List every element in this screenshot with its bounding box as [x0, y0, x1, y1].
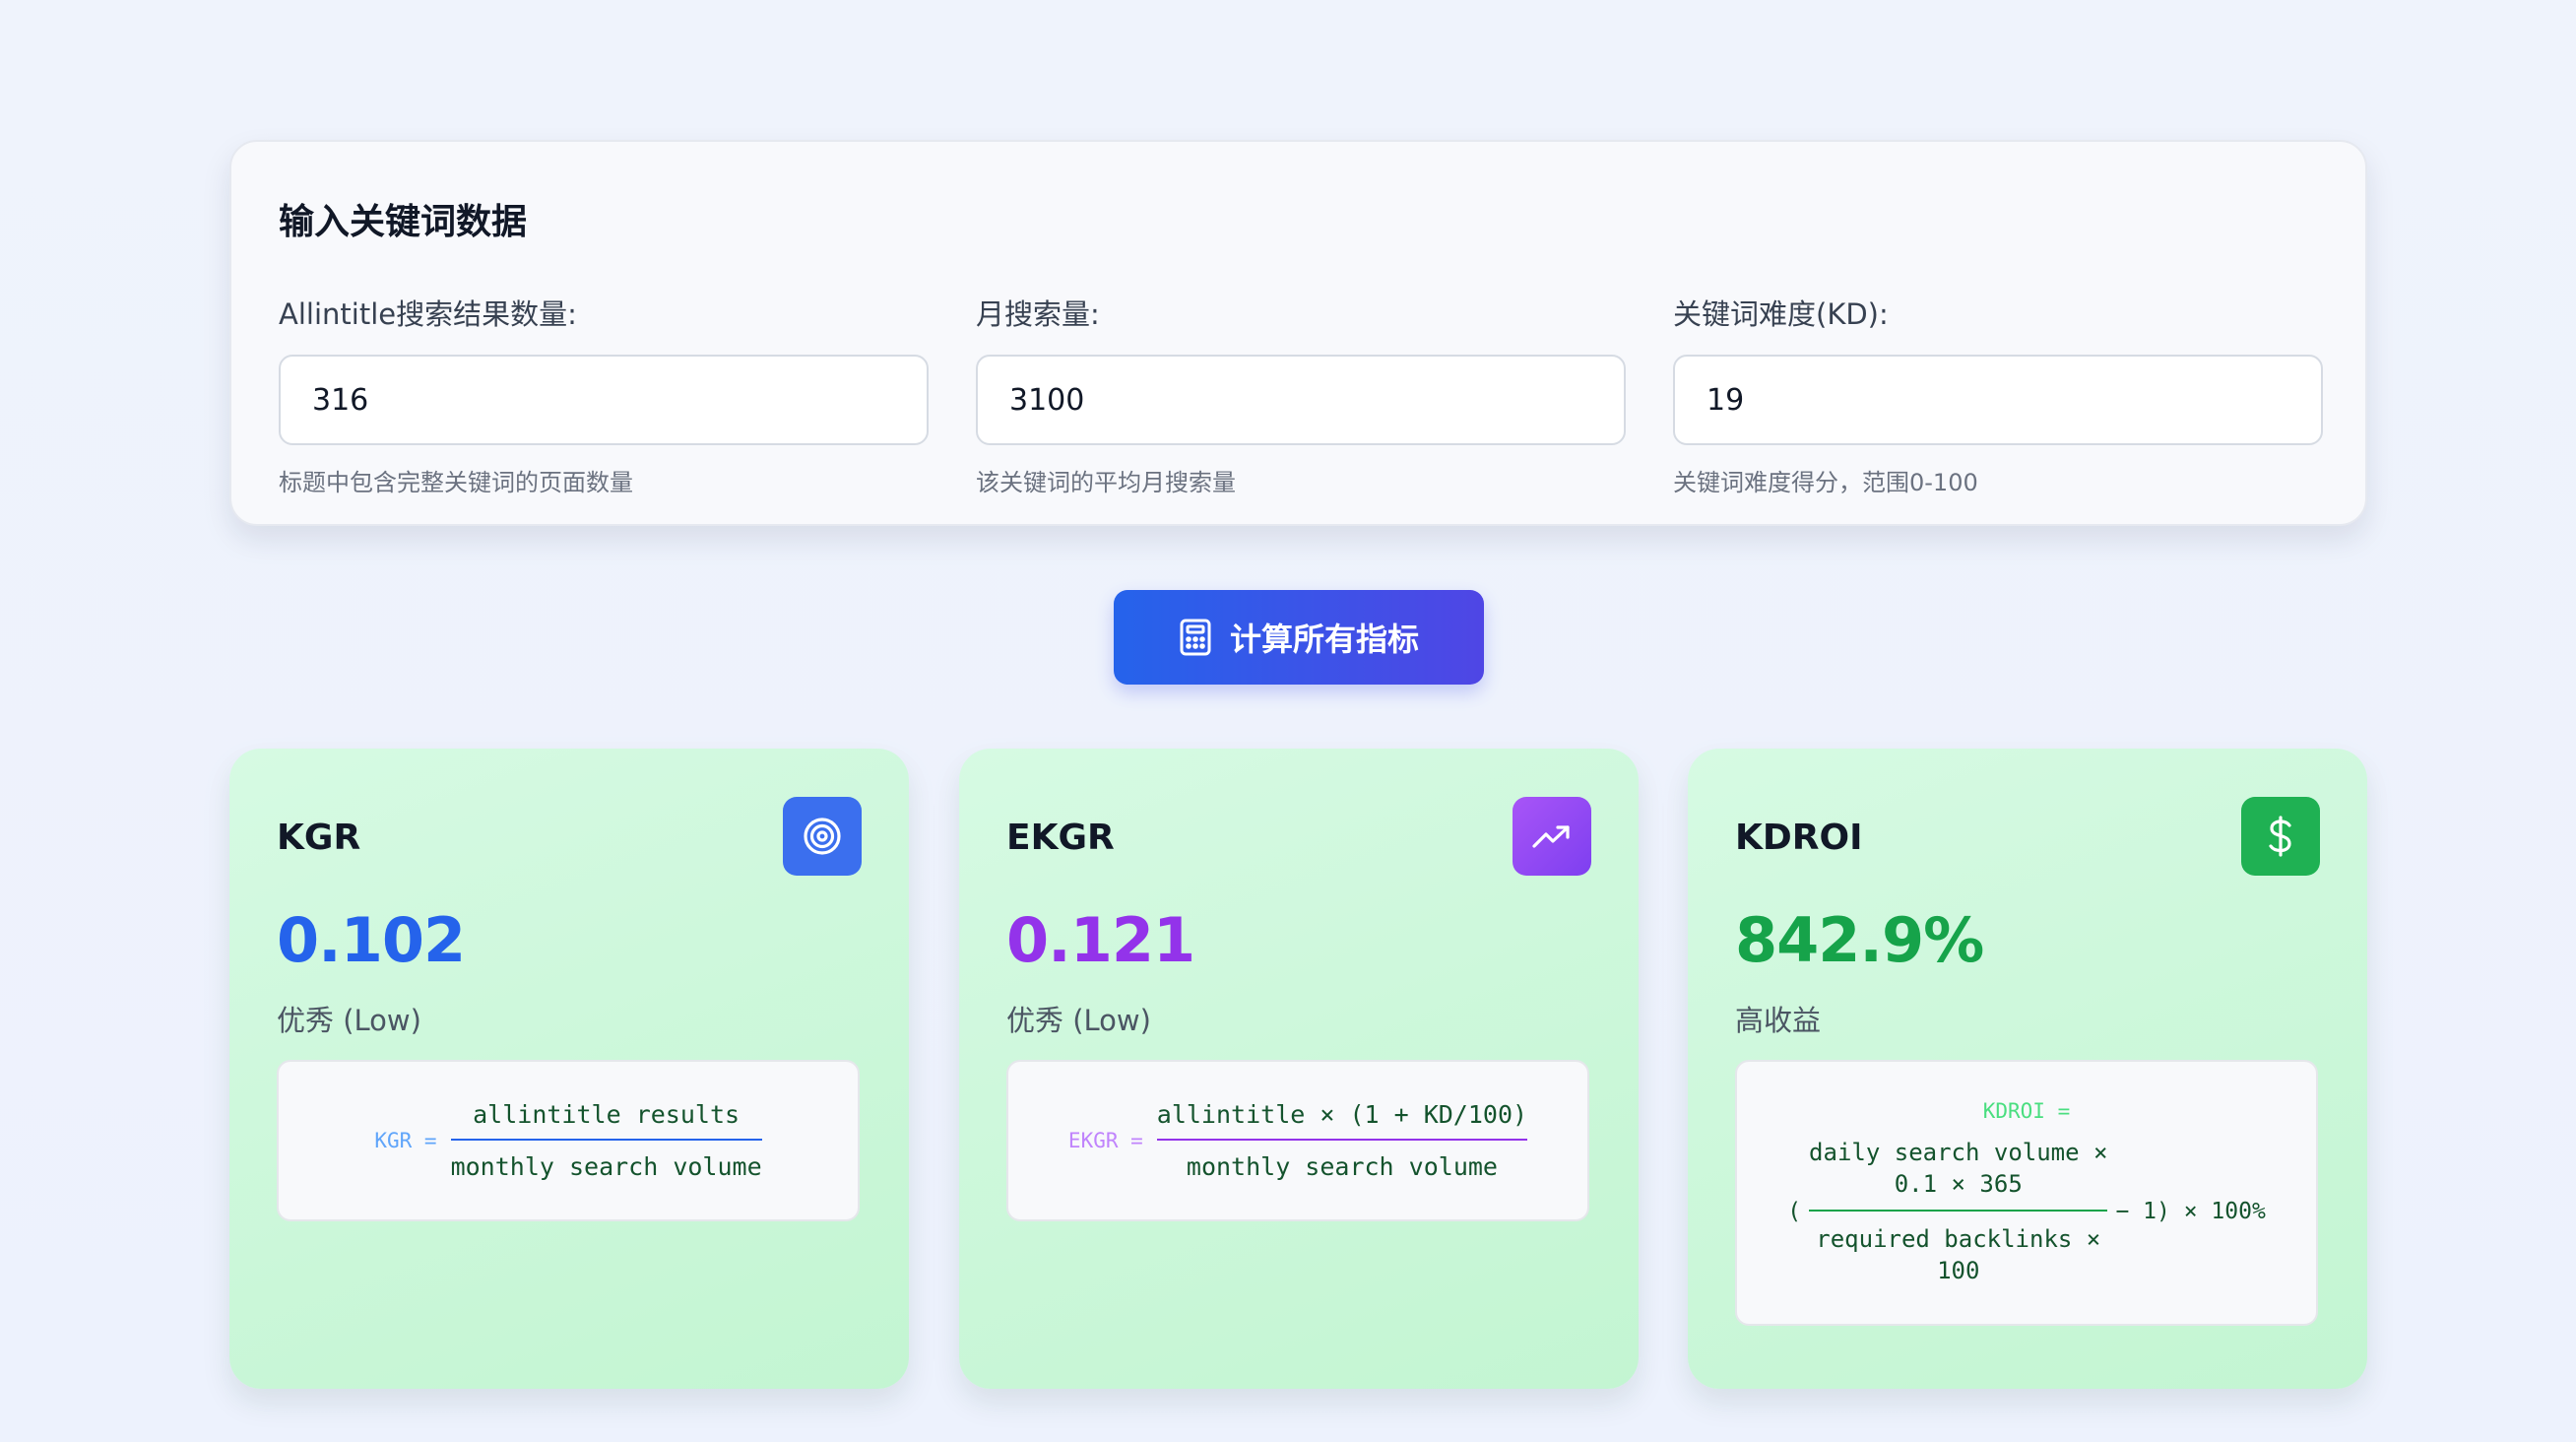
ekgr-formula: EKGR = allintitle × (1 + KD/100) monthly… — [1006, 1060, 1589, 1221]
kdroi-formula-numerator-1: daily search volume × — [1809, 1139, 2108, 1166]
monthly-search-input[interactable]: 3100 — [976, 355, 1626, 445]
kgr-formula: KGR = allintitle results monthly search … — [277, 1060, 860, 1221]
kdroi-formula-denominator-2: 100 — [1937, 1257, 1980, 1284]
calculate-button[interactable]: 计算所有指标 — [1114, 590, 1484, 685]
kdroi-formula-open-paren: ( — [1787, 1199, 1802, 1224]
kgr-status: 优秀 (Low) — [277, 1004, 421, 1037]
kdroi-formula-denominator-1: required backlinks × — [1816, 1225, 2101, 1253]
kdroi-title: KDROI — [1735, 818, 1863, 858]
ekgr-status: 优秀 (Low) — [1006, 1004, 1151, 1037]
kd-field: 关键词难度(KD): 19 关键词难度得分，范围0-100 — [1673, 292, 2323, 497]
ekgr-formula-numerator: allintitle × (1 + KD/100) — [1156, 1100, 1528, 1129]
page: 输入关键词数据 Allintitle搜索结果数量: 316 标题中包含完整关键词… — [0, 0, 2576, 1442]
trending-up-icon — [1513, 797, 1591, 876]
kdroi-formula-tail: − 1) × 100% — [2115, 1199, 2266, 1224]
allintitle-input[interactable]: 316 — [279, 355, 929, 445]
kdroi-formula-numerator-2: 0.1 × 365 — [1894, 1170, 2023, 1198]
kd-hint: 关键词难度得分，范围0-100 — [1673, 469, 1978, 496]
ekgr-card: EKGR 0.121 优秀 (Low) EKGR = allintitle × … — [959, 749, 1639, 1389]
kgr-value: 0.102 — [277, 904, 466, 976]
kgr-formula-denominator: monthly search volume — [450, 1152, 762, 1181]
monthly-search-hint: 该关键词的平均月搜索量 — [976, 469, 1236, 496]
allintitle-hint: 标题中包含完整关键词的页面数量 — [279, 469, 633, 496]
calculate-button-label: 计算所有指标 — [1229, 621, 1419, 658]
monthly-search-label: 月搜索量: — [976, 297, 1100, 331]
ekgr-title: EKGR — [1006, 818, 1115, 858]
kdroi-formula-lhs: KDROI = — [1982, 1099, 2071, 1123]
allintitle-field: Allintitle搜索结果数量: 316 标题中包含完整关键词的页面数量 — [279, 292, 929, 497]
calculator-icon — [1179, 619, 1212, 656]
target-icon — [783, 797, 862, 876]
dollar-icon — [2241, 797, 2320, 876]
kgr-formula-numerator: allintitle results — [473, 1100, 741, 1129]
kdroi-value: 842.9% — [1735, 904, 1984, 976]
ekgr-formula-denominator: monthly search volume — [1186, 1152, 1498, 1181]
kdroi-formula: KDROI = ( daily search volume × 0.1 × 36… — [1735, 1060, 2318, 1326]
kgr-card: KGR 0.102 优秀 (Low) KGR = allintitle resu… — [229, 749, 909, 1389]
kdroi-status: 高收益 — [1735, 1004, 1822, 1037]
ekgr-formula-lhs: EKGR = — [1067, 1129, 1143, 1152]
input-section-title: 输入关键词数据 — [279, 202, 528, 242]
input-card: 输入关键词数据 Allintitle搜索结果数量: 316 标题中包含完整关键词… — [229, 140, 2367, 526]
allintitle-label: Allintitle搜索结果数量: — [279, 297, 577, 331]
kd-input[interactable]: 19 — [1673, 355, 2323, 445]
ekgr-value: 0.121 — [1006, 904, 1195, 976]
kdroi-card: KDROI 842.9% 高收益 KDROI = ( daily search … — [1688, 749, 2367, 1389]
monthly-search-field: 月搜索量: 3100 该关键词的平均月搜索量 — [976, 292, 1626, 497]
kgr-title: KGR — [277, 818, 361, 858]
kd-label: 关键词难度(KD): — [1673, 297, 1889, 331]
kgr-formula-lhs: KGR = — [374, 1129, 437, 1152]
